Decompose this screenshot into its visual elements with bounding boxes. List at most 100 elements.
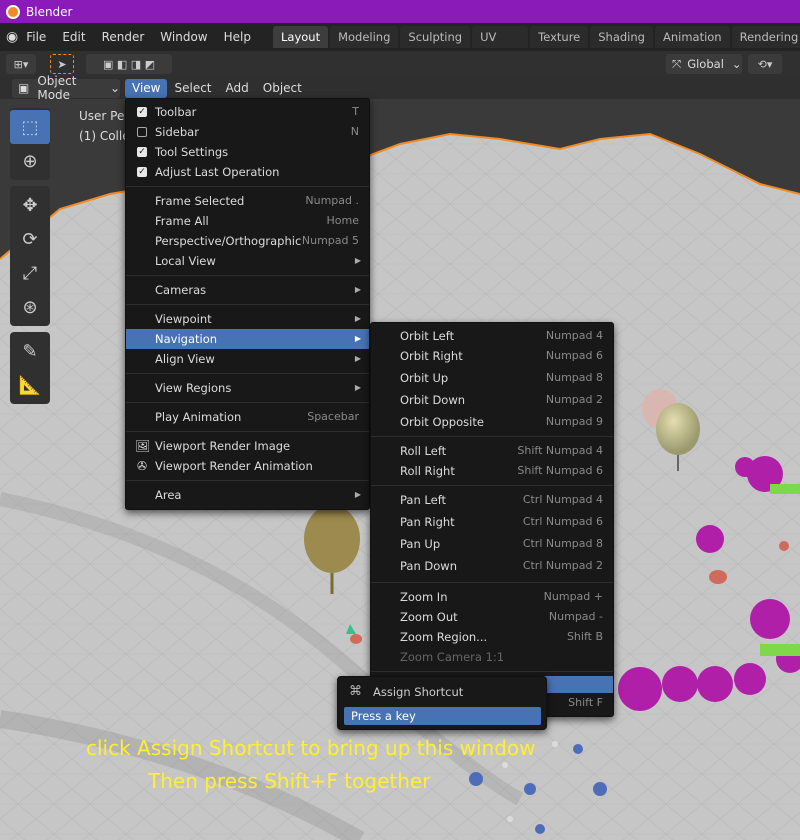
header-menu-add[interactable]: Add	[219, 79, 256, 98]
nav-roll-right[interactable]: Roll Right Shift Numpad 6	[371, 461, 613, 481]
header-menu-select[interactable]: Select	[167, 79, 218, 98]
menu-separator	[371, 582, 613, 583]
viewport-header: ▣ Object Mode ⌄ View Select Add Object	[0, 74, 800, 102]
view-menu-play-animation[interactable]: Play Animation Spacebar	[126, 407, 369, 427]
item-label: Orbit Opposite	[400, 415, 484, 429]
item-label: Zoom Region...	[400, 630, 488, 644]
nav-orbit-left[interactable]: Orbit Left Numpad 4	[371, 326, 613, 346]
transform-orientation-dropdown[interactable]: ⤧ Global ⌄	[666, 54, 742, 74]
item-label: View Regions	[155, 381, 232, 395]
tool-settings-bar: ⊞▾ ➤ ▣ ◧ ◨ ◩ ⤧ Global ⌄ ⟲▾	[0, 51, 800, 77]
tab-rendering[interactable]: Rendering	[731, 26, 800, 48]
view-menu-toolbar[interactable]: ✓ Toolbar T	[126, 102, 369, 122]
view-menu-adjust-last-operation[interactable]: ✓ Adjust Last Operation	[126, 162, 369, 182]
menu-separator	[371, 671, 613, 672]
nav-pan-left[interactable]: Pan Left Ctrl Numpad 4	[371, 490, 613, 512]
blender-menu-icon[interactable]: ◉	[6, 29, 18, 45]
tab-uv-editing[interactable]: UV Editing	[472, 26, 529, 66]
annotate-tool-icon[interactable]: ✎	[10, 334, 50, 368]
item-shortcut: Ctrl Numpad 4	[522, 493, 603, 506]
view-menu-tool-settings[interactable]: ✓ Tool Settings	[126, 142, 369, 162]
rotate-tool-icon[interactable]: ⟳	[10, 222, 50, 256]
view-menu-align-view[interactable]: Align View ▶	[126, 349, 369, 369]
item-shortcut: Numpad 8	[545, 371, 603, 384]
tab-sculpting[interactable]: Sculpting	[400, 26, 471, 48]
tab-layout[interactable]: Layout	[272, 26, 329, 48]
view-menu-area[interactable]: Area ▶	[126, 485, 369, 505]
item-shortcut: Shift Numpad 6	[517, 464, 603, 477]
item-label: Orbit Up	[400, 371, 449, 385]
chevron-down-icon: ⌄	[109, 81, 120, 95]
item-shortcut: Shift Numpad 4	[517, 444, 603, 457]
mode-label: Object Mode	[37, 74, 77, 102]
nav-orbit-right[interactable]: Orbit Right Numpad 6	[371, 346, 613, 368]
transform-tool-icon[interactable]: ⊛	[10, 290, 50, 324]
nav-pan-right[interactable]: Pan Right Ctrl Numpad 6	[371, 512, 613, 534]
view-menu-frame-all[interactable]: Frame All Home	[126, 211, 369, 231]
nav-zoom-region[interactable]: Zoom Region... Shift B	[371, 627, 613, 647]
editor-type-icon[interactable]: ⊞▾	[6, 54, 36, 74]
view-menu-view-regions[interactable]: View Regions ▶	[126, 378, 369, 398]
item-shortcut: Numpad 4	[545, 329, 603, 342]
mode-dropdown[interactable]: ▣ Object Mode ⌄	[12, 74, 120, 102]
orientation-icon: ⤧	[672, 56, 682, 71]
selection-mode-icons[interactable]: ▣ ◧ ◨ ◩	[86, 54, 172, 74]
view-menu-cameras[interactable]: Cameras ▶	[126, 280, 369, 300]
header-menu-view[interactable]: View	[125, 78, 168, 98]
item-shortcut: Numpad 2	[545, 393, 603, 406]
measure-tool-icon[interactable]: 📐	[10, 368, 50, 402]
view-menu-navigation[interactable]: Navigation ▶	[126, 329, 369, 349]
menu-window[interactable]: Window	[152, 30, 215, 44]
menu-separator	[126, 186, 369, 187]
item-label: Orbit Right	[400, 349, 463, 363]
annotation-line-2: Then press Shift+F together	[148, 769, 431, 793]
item-label: Pan Left	[400, 493, 447, 507]
view-menu: ✓ Toolbar T Sidebar N ✓ Tool Settings ✓ Adjus…	[125, 98, 370, 510]
tab-animation[interactable]: Animation	[654, 26, 730, 48]
view-menu-perspective-orthographic[interactable]: Perspective/Orthographic Numpad 5	[126, 231, 369, 251]
tab-shading[interactable]: Shading	[590, 26, 653, 48]
select-box-tool-icon[interactable]: ⬚	[10, 110, 50, 144]
submenu-arrow-icon: ▶	[354, 285, 361, 294]
menu-file[interactable]: File	[18, 30, 54, 44]
nav-orbit-up[interactable]: Orbit Up Numpad 8	[371, 368, 613, 390]
select-tool-icon[interactable]: ➤	[50, 54, 74, 74]
menu-edit[interactable]: Edit	[54, 30, 93, 44]
nav-roll-left[interactable]: Roll Left Shift Numpad 4	[371, 441, 613, 461]
move-tool-icon[interactable]: ✥	[10, 188, 50, 222]
nav-orbit-opposite[interactable]: Orbit Opposite Numpad 9	[371, 412, 613, 432]
tab-texture-paint[interactable]: Texture Paint	[530, 26, 589, 66]
tab-modeling[interactable]: Modeling	[330, 26, 399, 48]
press-a-key-button[interactable]: Press a key	[344, 707, 541, 725]
item-label: Adjust Last Operation	[155, 165, 280, 179]
item-label: Pan Up	[400, 537, 441, 551]
view-menu-sidebar[interactable]: Sidebar N	[126, 122, 369, 142]
item-shortcut: Numpad -	[548, 610, 603, 623]
item-label: Pan Right	[400, 515, 455, 529]
item-shortcut: Numpad 6	[545, 349, 603, 362]
menu-help[interactable]: Help	[216, 30, 259, 44]
nav-orbit-down[interactable]: Orbit Down Numpad 2	[371, 390, 613, 412]
item-label: Cameras	[155, 283, 207, 297]
pivot-point-icon[interactable]: ⟲▾	[748, 54, 782, 74]
nav-pan-down[interactable]: Pan Down Ctrl Numpad 2	[371, 556, 613, 578]
menu-separator	[126, 480, 369, 481]
cursor-tool-icon[interactable]: ⊕	[10, 144, 50, 178]
item-shortcut: Numpad .	[305, 194, 359, 207]
header-menu-object[interactable]: Object	[256, 79, 309, 98]
tool-shelf: ⬚ ⊕ ✥ ⟳ ⤢ ⊛ ✎ 📐	[10, 108, 50, 410]
view-menu-local-view[interactable]: Local View ▶	[126, 251, 369, 271]
tool-group-select: ⬚ ⊕	[10, 108, 50, 180]
view-menu-viewpoint[interactable]: Viewpoint ▶	[126, 309, 369, 329]
item-label: Frame All	[155, 214, 209, 228]
nav-zoom-out[interactable]: Zoom Out Numpad -	[371, 607, 613, 627]
nav-pan-up[interactable]: Pan Up Ctrl Numpad 8	[371, 534, 613, 556]
view-menu-viewport-render-animation[interactable]: ✇ Viewport Render Animation	[126, 456, 369, 476]
scale-tool-icon[interactable]: ⤢	[10, 256, 50, 290]
menu-render[interactable]: Render	[94, 30, 153, 44]
view-menu-viewport-render-image[interactable]: 🖼 Viewport Render Image	[126, 436, 369, 456]
navigation-submenu: Orbit Left Numpad 4 Orbit Right Numpad 6 O…	[370, 322, 614, 717]
view-menu-frame-selected[interactable]: Frame Selected Numpad .	[126, 191, 369, 211]
nav-zoom-in[interactable]: Zoom In Numpad +	[371, 587, 613, 607]
item-label: Navigation	[155, 332, 218, 346]
